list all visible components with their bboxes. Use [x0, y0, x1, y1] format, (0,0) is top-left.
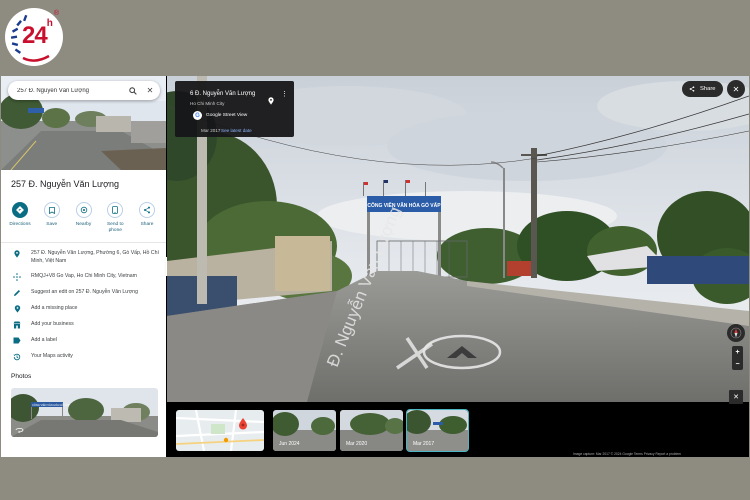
directions-label: Directions: [9, 222, 31, 227]
close-timeline-button[interactable]: ✕: [729, 390, 743, 404]
google-street-view-badge: G Google Street View: [193, 111, 247, 120]
timeline-date-label: Mar 2020: [346, 441, 368, 447]
timeline-thumb-mar-2020[interactable]: Mar 2020: [340, 410, 403, 451]
add-missing-place-row[interactable]: Add a missing place: [11, 305, 161, 313]
close-street-view-button[interactable]: ✕: [727, 80, 745, 98]
search-input[interactable]: 257 Đ. Nguyễn Văn Lượng: [17, 88, 126, 94]
photo-thumbnail[interactable]: CÔNG VIÊN VĂN HÓA GÒ VẤP: [11, 388, 158, 437]
maps-activity-row[interactable]: Your Maps activity: [11, 353, 161, 361]
nearby-label: Nearby: [75, 222, 92, 227]
search-box[interactable]: 257 Đ. Nguyễn Văn Lượng ✕: [8, 81, 160, 100]
google-logo-icon: G: [193, 111, 202, 120]
pin-icon[interactable]: [268, 92, 274, 110]
plus-code-row[interactable]: RMQJ+V8 Go Vap, Ho Chi Minh City, Vietna…: [11, 273, 161, 281]
add-missing-place-text: Add a missing place: [31, 305, 78, 311]
capture-date: Mar 2017: [201, 128, 221, 133]
svg-text:CÔNG VIÊN VĂN HÓA GÒ VẤP: CÔNG VIÊN VĂN HÓA GÒ VẤP: [367, 201, 441, 209]
share-button-top[interactable]: Share: [682, 81, 723, 97]
suggest-edit-row[interactable]: Suggest an edit on 257 Đ. Nguyễn Văn Lượ…: [11, 289, 161, 297]
map-thumbnail[interactable]: [176, 410, 264, 451]
send-to-phone-label: Send to phone: [106, 222, 124, 233]
share-label: Share: [700, 86, 716, 92]
pin-icon: [11, 250, 23, 265]
location-title: 6 Đ. Nguyễn Văn Lượng: [190, 91, 256, 97]
share-button[interactable]: Share: [132, 202, 162, 234]
search-icon[interactable]: [126, 84, 140, 98]
see-latest-date-link[interactable]: See latest date: [221, 128, 252, 133]
address-text: 257 Đ. Nguyễn Văn Lượng, Phường 6, Gò Vấ…: [31, 250, 159, 264]
zoom-out-icon[interactable]: −: [735, 361, 739, 368]
share-icon: [139, 202, 155, 218]
save-button[interactable]: Save: [37, 202, 67, 234]
plus-code-icon: [11, 273, 23, 281]
close-icon: ✕: [732, 84, 740, 94]
maps-app: 257 Đ. Nguyễn Văn Lượng ✕ 257 Đ. Nguyễn …: [1, 76, 749, 457]
nearby-button[interactable]: Nearby: [69, 202, 99, 234]
plus-code-text: RMQJ+V8 Go Vap, Ho Chi Minh City, Vietna…: [31, 273, 137, 279]
brand-logo: 24h ®: [5, 8, 63, 66]
business-icon: [11, 321, 23, 329]
phone-icon: [107, 202, 124, 218]
location-subtitle: Ho Chi Minh City: [190, 101, 225, 106]
location-info-card: 6 Đ. Nguyễn Văn Lượng Ho Chi Minh City G…: [175, 81, 294, 137]
directions-button[interactable]: Directions: [5, 202, 35, 234]
save-label: Save: [46, 222, 58, 227]
suggest-edit-text: Suggest an edit on 257 Đ. Nguyễn Văn Lượ…: [31, 289, 138, 295]
timeline-thumb-mar-2017[interactable]: Mar 2017: [406, 409, 469, 452]
compass-icon[interactable]: [727, 324, 745, 342]
logo-registered-mark: ®: [53, 10, 59, 17]
share-label: Share: [140, 222, 154, 227]
zoom-in-icon[interactable]: +: [735, 349, 739, 356]
divider: [1, 242, 166, 243]
add-business-text: Add your business: [31, 321, 74, 327]
timeline-thumb-jun-2024[interactable]: Jun 2024: [273, 410, 336, 451]
timeline-date-label: Jun 2024: [279, 441, 300, 447]
send-to-phone-button[interactable]: Send to phone: [100, 202, 130, 234]
zoom-control: + −: [732, 346, 743, 370]
maps-activity-text: Your Maps activity: [31, 353, 73, 359]
street-view-360-icon: [15, 428, 24, 433]
timeline-date-label: Mar 2017: [413, 441, 435, 447]
photos-heading: Photos: [11, 373, 32, 380]
logo-text: 24h: [22, 18, 53, 49]
place-panel: 257 Đ. Nguyễn Văn Lượng ✕ 257 Đ. Nguyễn …: [1, 76, 166, 457]
footer-attribution: Image capture: Mar 2017 © 2024 Google Te…: [573, 452, 681, 456]
bookmark-icon: [43, 202, 60, 218]
add-business-row[interactable]: Add your business: [11, 321, 161, 329]
history-icon: [11, 353, 23, 361]
pencil-icon: [11, 289, 23, 297]
service-label: Google Street View: [206, 113, 248, 118]
share-icon: [689, 86, 695, 92]
nearby-icon: [75, 202, 92, 218]
more-options-icon[interactable]: ⋮: [281, 91, 288, 98]
add-place-icon: [11, 305, 23, 313]
action-bar: Directions Save Nearby Send to phone Sha…: [5, 202, 162, 234]
add-label-row[interactable]: Add a label: [11, 337, 161, 345]
close-icon: ✕: [733, 394, 739, 401]
directions-icon: [12, 202, 28, 218]
address-row[interactable]: 257 Đ. Nguyễn Văn Lượng, Phường 6, Gò Vấ…: [11, 250, 161, 265]
place-title: 257 Đ. Nguyễn Văn Lượng: [11, 179, 119, 189]
close-icon[interactable]: ✕: [143, 84, 157, 98]
label-icon: [11, 337, 23, 345]
add-label-text: Add a label: [31, 337, 57, 343]
